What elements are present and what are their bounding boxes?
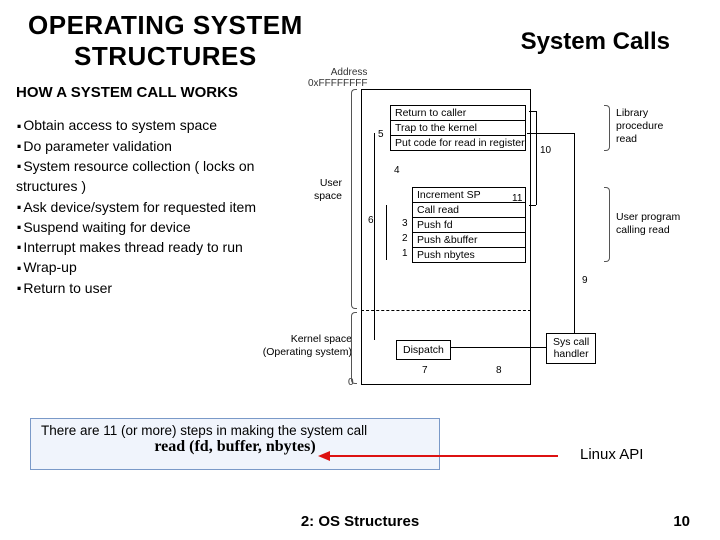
label-userprog: User program calling read bbox=[616, 211, 680, 236]
step-1: 1 bbox=[402, 248, 408, 259]
user-row: Push fd bbox=[413, 218, 525, 233]
red-arrow-head bbox=[318, 451, 330, 461]
brace-kernel-region bbox=[351, 312, 357, 384]
step-4: 4 bbox=[394, 165, 400, 176]
step-9: 9 bbox=[582, 275, 588, 286]
bullet-item: Obtain access to system space bbox=[16, 115, 286, 135]
title-left: OPERATING SYSTEM STRUCTURES bbox=[28, 10, 303, 72]
user-row: Push nbytes bbox=[413, 248, 525, 262]
step-5: 5 bbox=[378, 129, 384, 140]
title-right: System Calls bbox=[521, 28, 670, 56]
step-10: 10 bbox=[540, 145, 551, 156]
brace-user-region bbox=[351, 89, 357, 309]
bullet-item: Do parameter validation bbox=[16, 136, 286, 156]
page-number: 10 bbox=[673, 513, 690, 530]
lib-row: Put code for read in register bbox=[391, 136, 525, 150]
red-arrow-line bbox=[328, 455, 558, 457]
label-user-space: User space bbox=[282, 177, 342, 202]
arrow-10-line bbox=[536, 111, 537, 205]
kernel-divider bbox=[361, 310, 531, 311]
bullet-item: Interrupt makes thread ready to run bbox=[16, 237, 286, 257]
arrow-10-bot bbox=[529, 205, 536, 206]
step-6: 6 bbox=[368, 215, 374, 226]
arrow-8-line bbox=[451, 347, 546, 348]
arrow-6-line bbox=[374, 133, 375, 340]
dispatch-box: Dispatch bbox=[396, 340, 451, 360]
arrow-10-top bbox=[529, 111, 536, 112]
library-box: Return to caller Trap to the kernel Put … bbox=[390, 105, 526, 151]
user-row: Call read bbox=[413, 203, 525, 218]
step-3: 3 bbox=[402, 218, 408, 229]
title-left-line2: STRUCTURES bbox=[28, 41, 303, 72]
lib-row: Return to caller bbox=[391, 106, 525, 121]
syscall-diagram: Address 0xFFFFFFFF 0 Return to caller Tr… bbox=[286, 115, 720, 415]
user-row: Push &buffer bbox=[413, 233, 525, 248]
address-label: Address 0xFFFFFFFF bbox=[308, 67, 367, 89]
callout-line1: There are 11 (or more) steps in making t… bbox=[41, 423, 429, 438]
userprog-box: Increment SP Call read Push fd Push &buf… bbox=[412, 187, 526, 263]
step-2: 2 bbox=[402, 233, 408, 244]
arrow-4-line bbox=[386, 205, 387, 260]
linux-api-label: Linux API bbox=[580, 446, 643, 463]
arrow-9-top bbox=[527, 133, 574, 134]
step-7: 7 bbox=[422, 365, 428, 376]
bullet-item: System resource collection ( locks on st… bbox=[16, 156, 286, 197]
user-row: Increment SP bbox=[413, 188, 525, 203]
footer-title: 2: OS Structures bbox=[0, 513, 720, 530]
bullet-item: Return to user bbox=[16, 278, 286, 298]
bullet-item: Suspend waiting for device bbox=[16, 217, 286, 237]
label-library: Library procedure read bbox=[616, 107, 663, 145]
step-8: 8 bbox=[496, 365, 502, 376]
arrow-9-line bbox=[574, 133, 575, 333]
brace-lib bbox=[604, 105, 610, 151]
bullet-item: Ask device/system for requested item bbox=[16, 197, 286, 217]
title-left-line1: OPERATING SYSTEM bbox=[28, 10, 303, 41]
callout-box: There are 11 (or more) steps in making t… bbox=[30, 418, 440, 470]
step-11: 11 bbox=[512, 193, 522, 204]
label-kernel-space: Kernel space (Operating system) bbox=[252, 333, 352, 358]
brace-user bbox=[604, 187, 610, 262]
bullet-item: Wrap-up bbox=[16, 257, 286, 277]
lib-row: Trap to the kernel bbox=[391, 121, 525, 136]
syscall-handler-box: Sys call handler bbox=[546, 333, 596, 364]
callout-line2: read (fd, buffer, nbytes) bbox=[41, 438, 429, 456]
bullet-list: Obtain access to system space Do paramet… bbox=[16, 115, 286, 415]
